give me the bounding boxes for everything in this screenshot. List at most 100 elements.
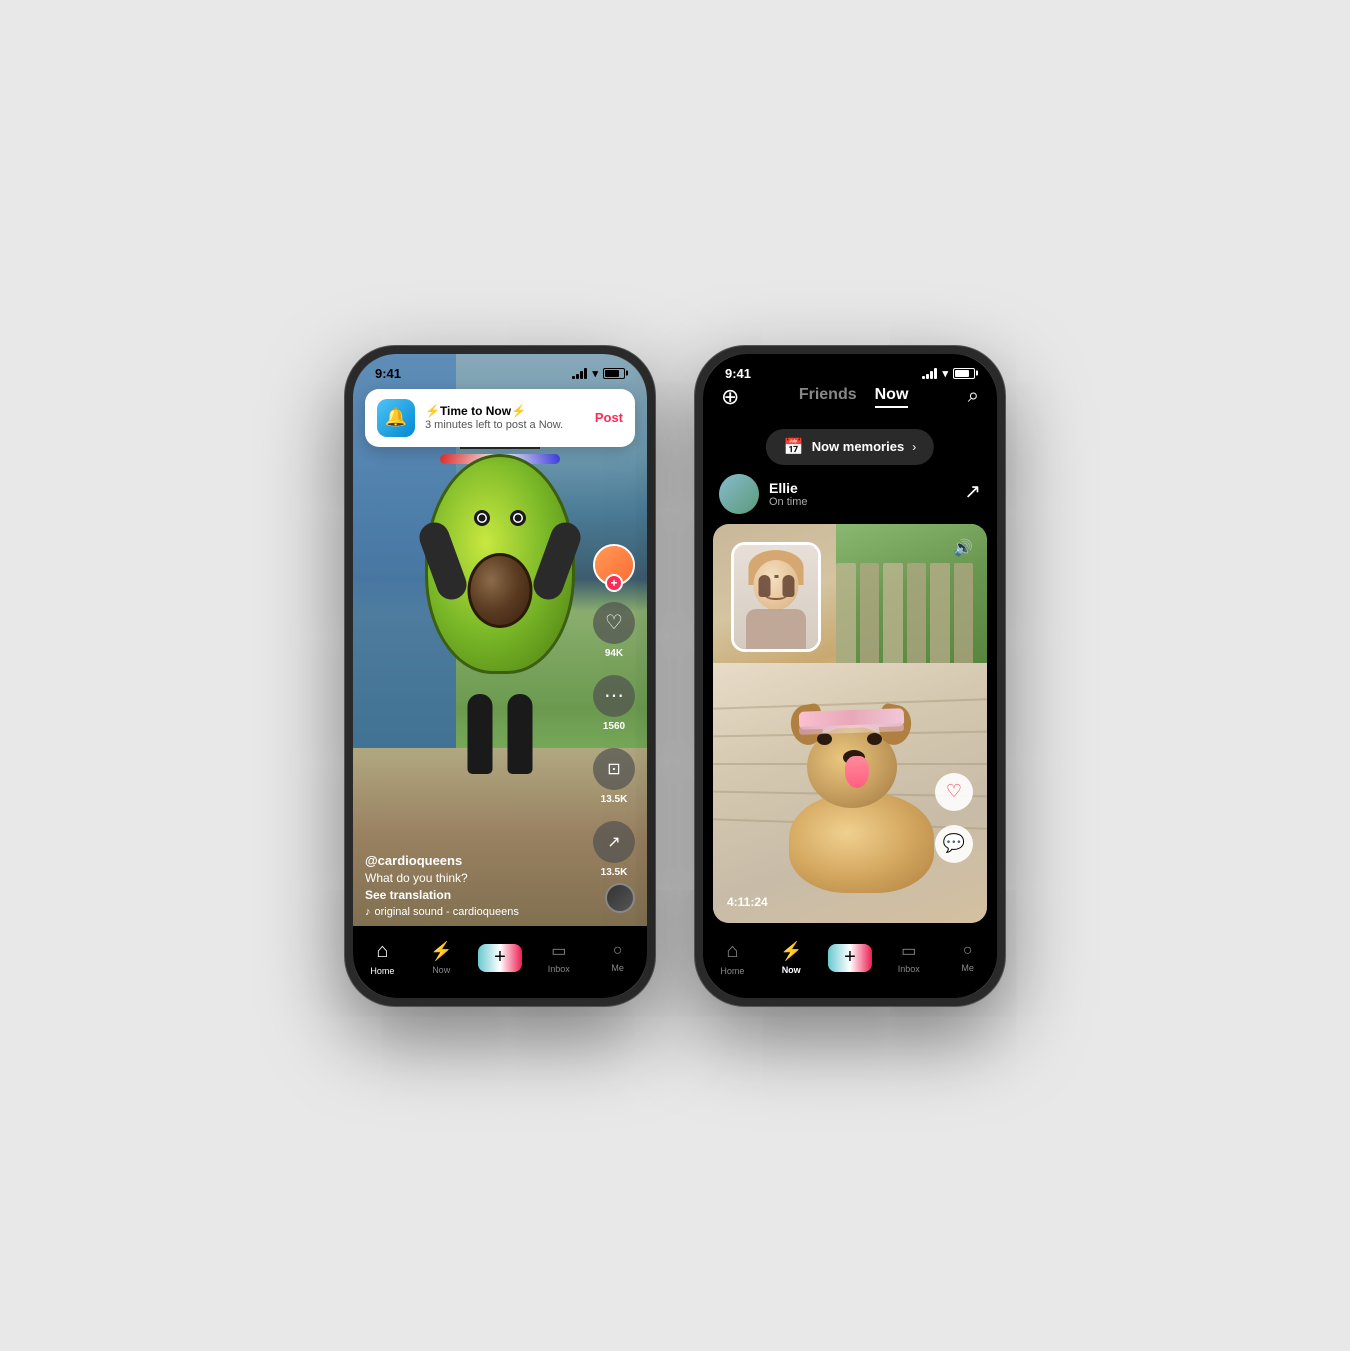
status-icons-2: ▾ bbox=[922, 367, 975, 380]
user-details: Ellie On time bbox=[769, 480, 808, 508]
profile-icon: ○ bbox=[613, 942, 623, 960]
nav-now-2[interactable]: ⚡ Now bbox=[762, 941, 821, 975]
like-button[interactable]: ♡ bbox=[935, 773, 973, 811]
bookmark-action[interactable]: ⊡ 13.5K bbox=[593, 748, 635, 805]
like-icon: ♡ bbox=[593, 602, 635, 644]
memories-chevron-icon: › bbox=[912, 440, 916, 454]
avatar-action[interactable]: + bbox=[593, 544, 635, 586]
status-icons: ▾ bbox=[572, 367, 625, 380]
nav-me[interactable]: ○ Me bbox=[588, 942, 647, 973]
nav-inbox-label: Inbox bbox=[548, 964, 570, 974]
nav-inbox-2[interactable]: ▭ Inbox bbox=[879, 941, 938, 974]
selfie-overlay bbox=[731, 542, 821, 652]
share-icon: ↗ bbox=[593, 821, 635, 863]
create-button-2[interactable]: + bbox=[828, 944, 872, 972]
time: 9:41 bbox=[375, 366, 401, 381]
sound-disc bbox=[605, 883, 635, 913]
status-bar: 9:41 ▾ bbox=[353, 354, 647, 387]
user-status: On time bbox=[769, 496, 808, 508]
plus-icon: + bbox=[494, 946, 506, 969]
avocado-figure bbox=[410, 454, 590, 774]
inbox-icon: ▭ bbox=[551, 941, 566, 961]
now-user-info: Ellie On time bbox=[719, 474, 808, 514]
profile-icon-2: ○ bbox=[963, 942, 973, 960]
wifi-icon-2: ▾ bbox=[942, 367, 948, 380]
time-2: 9:41 bbox=[725, 366, 751, 381]
selfie-image bbox=[734, 545, 818, 649]
nav-inbox[interactable]: ▭ Inbox bbox=[529, 941, 588, 974]
share-count: 13.5K bbox=[601, 867, 628, 878]
bottom-nav-2: ⌂ Home ⚡ Now + ▭ Inbox ○ Me bbox=[703, 926, 997, 998]
add-friend-icon[interactable]: ⊕ bbox=[721, 384, 739, 410]
comment-count: 1560 bbox=[603, 721, 625, 732]
nav-create[interactable]: + bbox=[471, 944, 530, 972]
nav-me-label-2: Me bbox=[961, 963, 974, 973]
home-icon-2: ⌂ bbox=[726, 940, 738, 963]
nav-now[interactable]: ⚡ Now bbox=[412, 941, 471, 975]
status-bar-2: 9:41 ▾ bbox=[703, 354, 997, 387]
sound-icon[interactable]: 🔊 bbox=[953, 538, 973, 558]
notification-banner[interactable]: 🔔 ⚡Time to Now⚡ 3 minutes left to post a… bbox=[365, 389, 635, 447]
notification-content: ⚡Time to Now⚡ 3 minutes left to post a N… bbox=[425, 404, 585, 431]
now-actions: ♡ 💬 bbox=[935, 773, 973, 863]
create-button[interactable]: + bbox=[478, 944, 522, 972]
user-avatar bbox=[719, 474, 759, 514]
search-icon[interactable]: ⌕ bbox=[968, 385, 979, 408]
nav-home-label: Home bbox=[370, 966, 394, 976]
nav-home[interactable]: ⌂ Home bbox=[353, 940, 412, 976]
now-header: ⊕ Friends Now ⌕ bbox=[703, 384, 997, 410]
plus-icon-2: + bbox=[844, 946, 856, 969]
home-icon: ⌂ bbox=[376, 940, 388, 963]
feed-caption: What do you think? bbox=[365, 871, 587, 885]
now-main-photo: 🔊 4:11:24 ♡ 💬 bbox=[713, 524, 987, 923]
now-tabs: Friends Now bbox=[799, 386, 909, 408]
bookmark-count: 13.5K bbox=[601, 794, 628, 805]
inbox-icon-2: ▭ bbox=[901, 941, 916, 961]
phone-2: 9:41 ▾ ⊕ Friends Now ⌕ bbox=[695, 346, 1005, 1006]
nav-me-2[interactable]: ○ Me bbox=[938, 942, 997, 973]
notification-body: 3 minutes left to post a Now. bbox=[425, 419, 585, 431]
memories-label: Now memories bbox=[812, 439, 904, 454]
comment-icon: ⋯ bbox=[593, 675, 635, 717]
nav-now-label: Now bbox=[432, 965, 450, 975]
creator-avatar: + bbox=[593, 544, 635, 586]
signal-icon bbox=[572, 368, 587, 379]
now-icon: ⚡ bbox=[430, 941, 452, 962]
sound-info[interactable]: ♪ original sound - cardioqueens bbox=[365, 906, 587, 918]
now-image-container: 🔊 4:11:24 ♡ 💬 bbox=[713, 524, 987, 923]
sound-name: original sound - cardioqueens bbox=[375, 906, 519, 918]
battery-icon-2 bbox=[953, 368, 975, 379]
signal-icon-2 bbox=[922, 368, 937, 379]
feed-info: @cardioqueens What do you think? See tra… bbox=[365, 853, 587, 918]
nav-inbox-label-2: Inbox bbox=[898, 964, 920, 974]
notification-action-button[interactable]: Post bbox=[595, 410, 623, 425]
user-name: Ellie bbox=[769, 480, 808, 496]
bottom-nav: ⌂ Home ⚡ Now + ▭ Inbox ○ Me bbox=[353, 926, 647, 998]
memories-pill[interactable]: 📅 Now memories › bbox=[766, 429, 934, 465]
tab-friends[interactable]: Friends bbox=[799, 386, 857, 408]
share-button[interactable]: ↗ bbox=[964, 479, 981, 504]
tab-now[interactable]: Now bbox=[875, 386, 909, 408]
bell-icon: 🔔 bbox=[385, 407, 407, 428]
nav-me-label: Me bbox=[611, 963, 624, 973]
phone-1: 9:41 ▾ 🔔 ⚡Time to Now⚡ 3 bbox=[345, 346, 655, 1006]
like-action[interactable]: ♡ 94K bbox=[593, 602, 635, 659]
comment-button[interactable]: 💬 bbox=[935, 825, 973, 863]
notification-icon: 🔔 bbox=[377, 399, 415, 437]
battery-icon bbox=[603, 368, 625, 379]
notification-title: ⚡Time to Now⚡ bbox=[425, 404, 585, 418]
nav-create-2[interactable]: + bbox=[821, 944, 880, 972]
comment-action[interactable]: ⋯ 1560 bbox=[593, 675, 635, 732]
creator-username[interactable]: @cardioqueens bbox=[365, 853, 587, 868]
follow-button[interactable]: + bbox=[605, 574, 623, 592]
like-count: 94K bbox=[605, 648, 623, 659]
feed-actions: + ♡ 94K ⋯ 1560 ⊡ 13.5K ↗ 13.5K bbox=[593, 544, 635, 878]
nav-home-2[interactable]: ⌂ Home bbox=[703, 940, 762, 976]
nav-home-label-2: Home bbox=[720, 966, 744, 976]
now-nav-icon-2: ⚡ bbox=[780, 941, 802, 962]
see-translation-button[interactable]: See translation bbox=[365, 888, 587, 902]
wifi-icon: ▾ bbox=[592, 367, 598, 380]
share-action[interactable]: ↗ 13.5K bbox=[593, 821, 635, 878]
nav-now-label-2: Now bbox=[782, 965, 801, 975]
music-note-icon: ♪ bbox=[365, 906, 371, 918]
